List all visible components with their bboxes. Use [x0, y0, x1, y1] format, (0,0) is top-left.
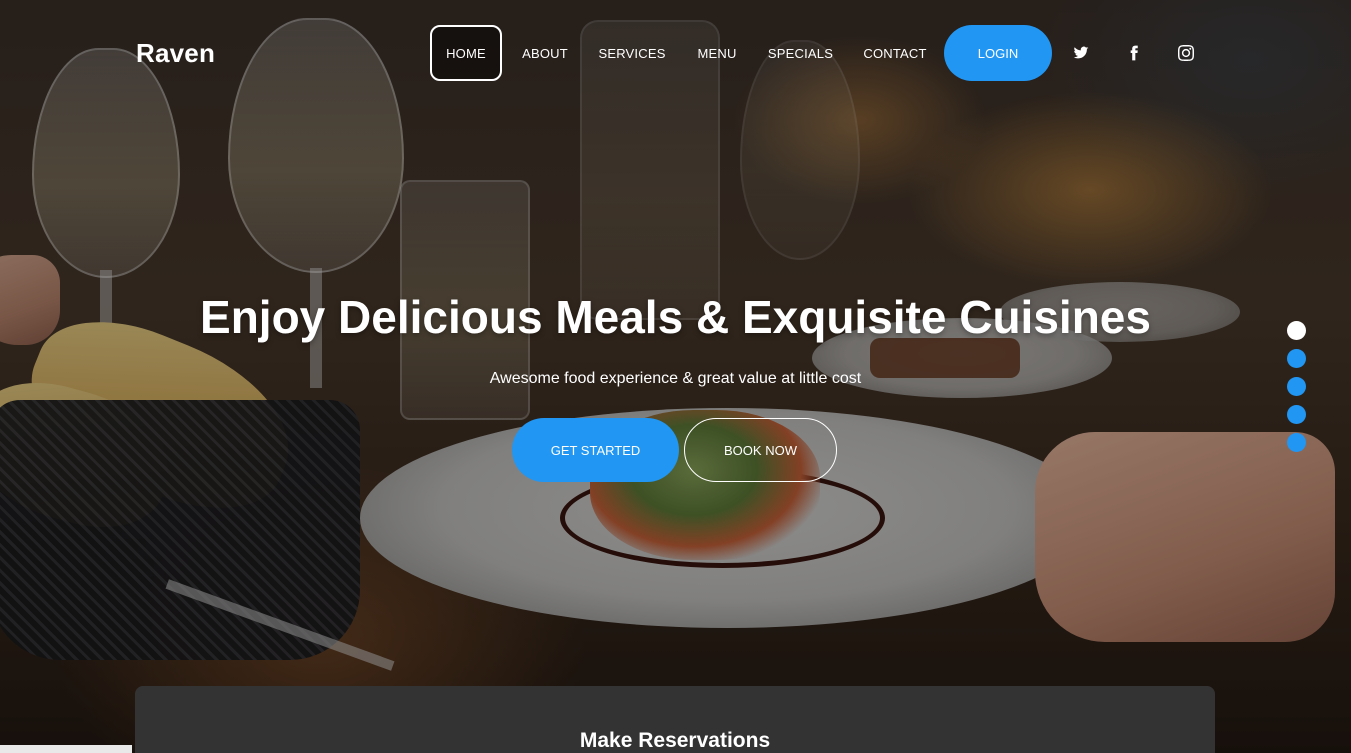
- slide-dot-5[interactable]: [1287, 433, 1306, 452]
- instagram-icon[interactable]: [1176, 43, 1196, 63]
- hero-title: Enjoy Delicious Meals & Exquisite Cuisin…: [200, 291, 1151, 343]
- nav-services[interactable]: SERVICES: [598, 25, 665, 81]
- reservation-title: Make Reservations: [579, 729, 771, 752]
- slide-dot-1[interactable]: [1287, 321, 1306, 340]
- login-button[interactable]: LOGIN: [944, 25, 1052, 81]
- nav-contact[interactable]: CONTACT: [863, 25, 926, 81]
- book-now-button[interactable]: BOOK NOW: [684, 418, 837, 482]
- nav-about[interactable]: ABOUT: [522, 25, 568, 81]
- nav-home[interactable]: HOME: [430, 25, 502, 81]
- nav-specials[interactable]: SPECIALS: [768, 25, 833, 81]
- hero-subtitle: Awesome food experience & great value at…: [489, 370, 862, 387]
- facebook-icon[interactable]: [1124, 43, 1144, 63]
- site-logo[interactable]: Raven: [136, 38, 215, 69]
- slide-dot-2[interactable]: [1287, 349, 1306, 368]
- reservation-panel: Make Reservations: [135, 686, 1215, 753]
- nav-menu[interactable]: MENU: [697, 25, 736, 81]
- corner-strip: [0, 745, 132, 753]
- slide-dot-3[interactable]: [1287, 377, 1306, 396]
- slide-dot-4[interactable]: [1287, 405, 1306, 424]
- get-started-button[interactable]: GET STARTED: [512, 418, 679, 482]
- twitter-icon[interactable]: [1071, 43, 1091, 63]
- main-nav: HOME ABOUT SERVICES MENU SPECIALS CONTAC…: [430, 25, 926, 81]
